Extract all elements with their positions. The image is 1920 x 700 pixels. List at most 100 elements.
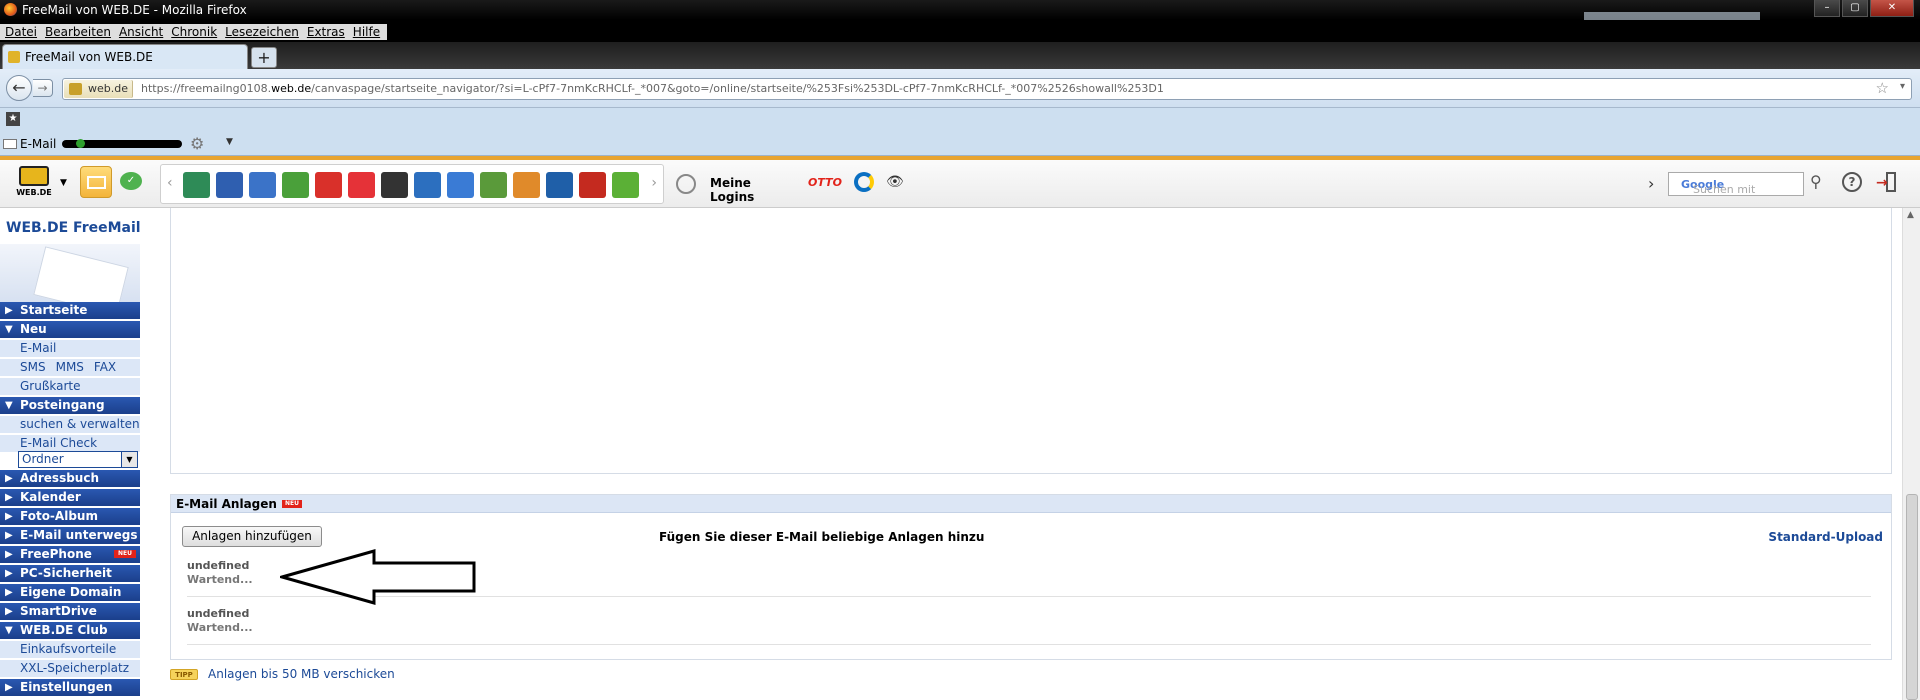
logo-menu-chevron-icon[interactable]: ▼ xyxy=(60,178,67,188)
sidebar-item-kalender[interactable]: ▶ Kalender xyxy=(0,489,140,506)
expand-arrow-icon: ▶ xyxy=(5,606,13,617)
menu-bearbeiten[interactable]: Bearbeiten xyxy=(42,24,116,40)
meine-logins-button[interactable]: Meine Logins xyxy=(672,168,792,204)
scroll-up-icon[interactable]: ▲ xyxy=(1907,210,1914,220)
gear-icon[interactable]: ⚙ xyxy=(190,134,204,153)
menu-bar: Datei Bearbeiten Ansicht Chronik Lesezei… xyxy=(0,20,1920,42)
apps-prev-icon[interactable]: ‹ xyxy=(167,175,173,191)
sidebar-item-grusskarte[interactable]: Grußkarte xyxy=(0,378,140,395)
key-icon xyxy=(676,174,696,194)
de-icon[interactable] xyxy=(381,172,408,198)
menu-datei[interactable]: Datei xyxy=(2,24,42,40)
sidebar-link-fax[interactable]: FAX xyxy=(94,360,116,374)
webde-toolbar: WEB.DE ▼ ✓ ‹ › Meine Logins OTTO 👁 › Suc… xyxy=(0,160,1920,208)
search-icon[interactable]: ⚲ xyxy=(1810,172,1832,194)
sidebar-item-webde-club[interactable]: ▼ WEB.DE Club xyxy=(0,622,140,639)
new-tab-button[interactable]: + xyxy=(251,47,277,68)
bookmark-star-icon[interactable]: ☆ xyxy=(1876,79,1889,97)
forward-button[interactable]: → xyxy=(33,79,53,97)
sidebar-item-neu[interactable]: ▼ Neu xyxy=(0,321,140,338)
otto-logo-link[interactable]: OTTO xyxy=(808,176,842,189)
sidebar-item-freephone[interactable]: ▶ FreePhone NEU xyxy=(0,546,140,563)
menu-lesezeichen[interactable]: Lesezeichen xyxy=(222,24,304,40)
toolbar-chevron-right-icon[interactable]: › xyxy=(1648,174,1654,193)
chat-icon[interactable]: ✓ xyxy=(120,172,142,190)
menu-hilfe[interactable]: Hilfe xyxy=(350,24,385,40)
sidebar-item-sms-mms-fax: SMS MMS FAX xyxy=(0,359,140,376)
ebay-icon[interactable] xyxy=(348,172,375,198)
attachments-title: E-Mail Anlagen xyxy=(176,497,277,511)
meine-logins-label: Meine Logins xyxy=(710,176,755,204)
news-icon[interactable] xyxy=(546,172,573,198)
sidebar-item-smartdrive[interactable]: ▶ SmartDrive xyxy=(0,603,140,620)
logout-icon[interactable]: → xyxy=(1876,172,1898,192)
menu-ansicht[interactable]: Ansicht xyxy=(116,24,168,40)
video-icon[interactable] xyxy=(579,172,606,198)
bookmark-icon[interactable] xyxy=(282,172,309,198)
maximize-button[interactable]: ▢ xyxy=(1842,0,1868,17)
sidebar-item-email[interactable]: E-Mail xyxy=(0,340,140,357)
sidebar-item-xxl-speicherplatz[interactable]: XXL-Speicherplatz xyxy=(0,660,140,677)
apps-next-icon[interactable]: › xyxy=(651,175,657,191)
scrollbar-thumb[interactable] xyxy=(1906,494,1918,700)
page-scrollbar[interactable]: ▲ xyxy=(1902,208,1920,700)
window-title-bar: FreeMail von WEB.DE - Mozilla Firefox – … xyxy=(0,0,1920,70)
sidebar-item-foto-album[interactable]: ▶ Foto-Album xyxy=(0,508,140,525)
url-dropdown-icon[interactable]: ▾ xyxy=(1900,81,1905,92)
tip-link[interactable]: Anlagen bis 50 MB verschicken xyxy=(208,667,395,681)
sidebar-item-posteingang[interactable]: ▼ Posteingang xyxy=(0,397,140,414)
tab-bar: FreeMail von WEB.DE + xyxy=(0,42,1920,69)
rss-icon[interactable] xyxy=(249,172,276,198)
chevron-down-icon: ▼ xyxy=(121,452,137,467)
expand-arrow-icon: ▶ xyxy=(5,549,13,560)
tab-freemail[interactable]: FreeMail von WEB.DE xyxy=(2,44,248,69)
search-placeholder: Suchen mit Google xyxy=(1681,178,1756,196)
close-window-button[interactable]: ✕ xyxy=(1870,0,1914,17)
bookmark-item-icon[interactable]: ★ xyxy=(6,112,20,126)
eye-icon[interactable]: 👁 xyxy=(886,174,904,190)
navigation-bar: ← → web.de https://freemailng0108.web.de… xyxy=(0,69,1920,108)
webde-logo[interactable]: WEB.DE xyxy=(14,166,54,202)
pin-icon[interactable] xyxy=(315,172,342,198)
attachment-status: Wartend... xyxy=(187,621,253,634)
help-icon[interactable]: ? xyxy=(1842,172,1862,192)
documents-icon[interactable] xyxy=(513,172,540,198)
tab-title: FreeMail von WEB.DE xyxy=(25,50,153,64)
c-logo-icon[interactable] xyxy=(853,172,874,192)
url-bar[interactable]: web.de https://freemailng0108.web.de/can… xyxy=(62,78,1912,100)
sidebar-item-einstellungen[interactable]: ▶ Einstellungen xyxy=(0,679,140,696)
sidebar-item-email-unterwegs[interactable]: ▶ E-Mail unterwegs xyxy=(0,527,140,544)
menu-extras[interactable]: Extras xyxy=(304,24,350,40)
notebook-icon[interactable] xyxy=(183,172,210,198)
sidebar-link-mms[interactable]: MMS xyxy=(56,360,84,374)
sidebar-item-einkaufsvorteile[interactable]: Einkaufsvorteile xyxy=(0,641,140,658)
sidebar-item-adressbuch[interactable]: ▶ Adressbuch xyxy=(0,470,140,487)
expand-arrow-icon: ▶ xyxy=(5,587,13,598)
add-attachments-button[interactable]: Anlagen hinzufügen xyxy=(182,526,322,547)
sidebar-item-email-check[interactable]: E-Mail Check xyxy=(0,435,140,452)
ordner-select[interactable]: Ordner ▼ xyxy=(18,451,138,468)
attachment-status: Wartend... xyxy=(187,573,253,586)
email-bookmark-label[interactable]: E-Mail xyxy=(20,137,56,151)
app-icon-list xyxy=(183,172,639,198)
google-search-input[interactable]: Suchen mit Google xyxy=(1668,172,1804,196)
green-link-icon[interactable] xyxy=(612,172,639,198)
online-status-icon xyxy=(76,139,85,148)
mail-button[interactable] xyxy=(80,166,112,198)
messages-icon[interactable] xyxy=(414,172,441,198)
sidebar-item-eigene-domain[interactable]: ▶ Eigene Domain xyxy=(0,584,140,601)
sidebar-item-suchen[interactable]: suchen & verwalten xyxy=(0,416,140,433)
chevron-down-icon[interactable]: ▼ xyxy=(226,137,233,147)
minimize-button[interactable]: – xyxy=(1814,0,1840,17)
sidebar-item-pc-sicherheit[interactable]: ▶ PC-Sicherheit xyxy=(0,565,140,582)
sidebar-item-startseite[interactable]: ▶ Startseite xyxy=(0,302,140,319)
back-button[interactable]: ← xyxy=(6,75,32,101)
standard-upload-link[interactable]: Standard-Upload xyxy=(1768,530,1883,544)
sidebar-link-sms[interactable]: SMS xyxy=(20,360,46,374)
word-icon[interactable] xyxy=(447,172,474,198)
menu-chronik[interactable]: Chronik xyxy=(168,24,222,40)
chart-icon[interactable] xyxy=(480,172,507,198)
at-mail-icon[interactable] xyxy=(216,172,243,198)
sidebar-title: WEB.DE FreeMail xyxy=(6,220,141,236)
site-identity-button[interactable]: web.de xyxy=(64,80,133,98)
